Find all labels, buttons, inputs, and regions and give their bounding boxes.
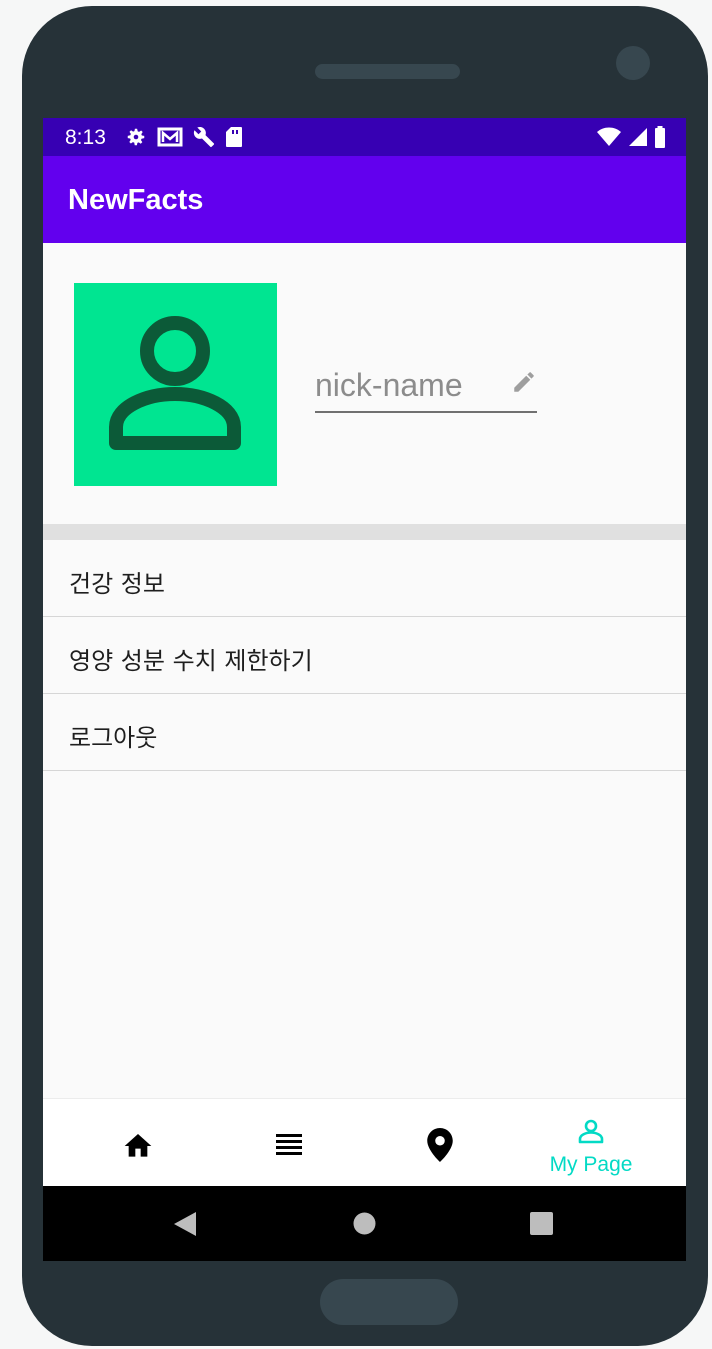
speaker-grille <box>315 64 460 79</box>
back-icon[interactable] <box>174 1212 196 1236</box>
bottom-navigation: My Page <box>43 1098 686 1187</box>
app-bar: NewFacts <box>43 156 686 243</box>
signal-icon <box>629 128 647 146</box>
nav-tab-label: My Page <box>549 1153 633 1176</box>
battery-icon <box>655 126 665 148</box>
section-divider <box>43 524 686 540</box>
app-screen: 8:13 NewFacts nick-name 건강 정보 영양 성분 수치 제… <box>43 118 686 1261</box>
profile-section <box>43 243 686 524</box>
wrench-icon <box>193 127 215 148</box>
location-icon <box>427 1128 453 1162</box>
sd-card-icon <box>226 127 242 147</box>
mail-icon <box>157 127 183 147</box>
nav-tab-list[interactable] <box>209 1099 369 1187</box>
list-icon <box>276 1134 302 1155</box>
avatar[interactable] <box>74 283 277 486</box>
app-title: NewFacts <box>68 184 204 216</box>
person-icon <box>578 1119 604 1144</box>
system-navigation-bar <box>43 1186 686 1261</box>
settings-icon <box>127 128 145 146</box>
nickname-field[interactable] <box>315 363 537 413</box>
home-circle-icon[interactable] <box>353 1212 376 1235</box>
person-icon <box>109 316 241 450</box>
menu-item-label: 로그아웃 <box>69 724 158 752</box>
hardware-home-button[interactable] <box>320 1279 458 1325</box>
menu-item-label: 건강 정보 <box>69 570 165 598</box>
nav-tab-home[interactable] <box>58 1099 218 1187</box>
menu-item-logout[interactable]: 로그아웃 <box>43 694 686 771</box>
wifi-icon <box>597 127 621 146</box>
menu-item-health-info[interactable]: 건강 정보 <box>43 540 686 617</box>
home-icon <box>124 1134 152 1157</box>
status-time: 8:13 <box>65 126 106 149</box>
recents-icon[interactable] <box>530 1212 553 1235</box>
settings-menu: 건강 정보 영양 성분 수치 제한하기 로그아웃 <box>43 540 686 771</box>
pencil-icon[interactable] <box>511 369 537 395</box>
nav-tab-location[interactable] <box>360 1099 520 1187</box>
menu-item-nutrient-limits[interactable]: 영양 성분 수치 제한하기 <box>43 617 686 694</box>
nav-tab-my-page[interactable]: My Page <box>511 1099 671 1187</box>
menu-item-label: 영양 성분 수치 제한하기 <box>69 647 313 675</box>
nickname-input[interactable] <box>315 363 505 407</box>
front-camera <box>616 46 650 80</box>
status-bar: 8:13 <box>43 118 686 156</box>
